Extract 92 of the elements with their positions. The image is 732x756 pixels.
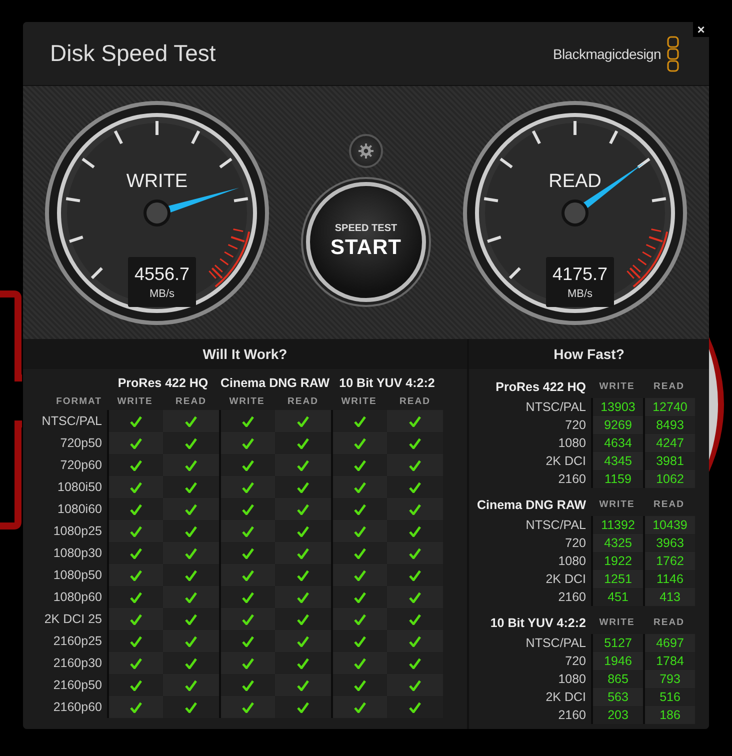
column-header: READ: [652, 616, 686, 630]
resolution-label: NTSC/PAL: [524, 399, 587, 416]
column-header: WRITE: [598, 498, 636, 512]
codec-name: Cinema DNG RAW: [476, 497, 587, 514]
speed-cell: 1251: [591, 570, 643, 588]
resolution-label: 1080: [557, 435, 587, 452]
column-header: WRITE: [116, 395, 154, 409]
column-header: READ: [652, 380, 686, 394]
format-label: 720p60: [59, 457, 103, 474]
speed-cell: 203: [591, 706, 643, 724]
speed-cell: 516: [643, 688, 695, 706]
brand-logo-text: Blackmagicdesign: [552, 46, 661, 62]
speed-cell: 11392: [591, 516, 643, 534]
speed-cell: 13903: [591, 398, 643, 416]
window-title: Disk Speed Test: [50, 40, 216, 67]
speed-cell: 4634: [591, 434, 643, 452]
speed-cell: 865: [591, 670, 643, 688]
speed-cell: 9269: [591, 416, 643, 434]
speed-cell: 10439: [643, 516, 695, 534]
column-header: READ: [286, 395, 320, 409]
panel-title: How Fast?: [554, 346, 624, 362]
codec-name: Cinema DNG RAW: [219, 376, 331, 392]
speed-cell: 1159: [591, 470, 643, 488]
speed-cell: 4345: [591, 452, 643, 470]
format-label: 2160p25: [52, 633, 103, 650]
format-label: 2160p30: [52, 655, 103, 672]
speed-cell: 12740: [643, 398, 695, 416]
speed-cell: 1922: [591, 552, 643, 570]
speed-cell: 563: [591, 688, 643, 706]
column-header: WRITE: [598, 380, 636, 394]
format-label: 1080p30: [52, 545, 103, 562]
speed-cell: 4697: [643, 634, 695, 652]
format-label: 1080i50: [56, 479, 103, 496]
gauge-label: WRITE: [125, 170, 189, 192]
speed-cell: 4247: [643, 434, 695, 452]
codec-name: 10 Bit YUV 4:2:2: [489, 615, 587, 632]
speed-cell: 1762: [643, 552, 695, 570]
resolution-label: 2160: [557, 589, 587, 606]
column-header: READ: [174, 395, 208, 409]
resolution-label: 2160: [557, 707, 587, 724]
column-header: READ: [398, 395, 432, 409]
format-label: 720p50: [59, 435, 103, 452]
speed-cell: 1946: [591, 652, 643, 670]
logo-icon: [667, 36, 679, 72]
close-button[interactable]: ×: [693, 22, 709, 37]
codec-name: ProRes 422 HQ: [116, 376, 210, 392]
speed-cell: 413: [643, 588, 695, 606]
resolution-label: NTSC/PAL: [524, 517, 587, 534]
resolution-label: 1080: [557, 671, 587, 688]
settings-icon: [358, 142, 374, 158]
speed-unit: MB/s: [149, 288, 175, 300]
resolution-label: 2K DCI: [544, 689, 587, 706]
column-header: WRITE: [598, 616, 636, 630]
resolution-label: 2K DCI: [544, 571, 587, 588]
speed-cell: 1146: [643, 570, 695, 588]
speed-cell: 8493: [643, 416, 695, 434]
speed-cell: 793: [643, 670, 695, 688]
resolution-label: 720: [564, 417, 587, 434]
format-label: 2K DCI 25: [43, 611, 103, 628]
column-header: WRITE: [340, 395, 378, 409]
format-label: 2160p50: [52, 677, 103, 694]
format-label: 1080p50: [52, 567, 103, 584]
resolution-label: 720: [564, 653, 587, 670]
format-label: 1080p25: [52, 523, 103, 540]
speed-cell: 451: [591, 588, 643, 606]
speed-value: 4556.7: [134, 264, 190, 284]
codec-name: ProRes 422 HQ: [494, 379, 587, 396]
speed-unit: MB/s: [567, 288, 593, 300]
panel-title: Will It Work?: [202, 346, 288, 362]
resolution-label: 2160: [557, 471, 587, 488]
speed-cell: 186: [643, 706, 695, 724]
speed-value: 4175.7: [552, 264, 608, 284]
speed-cell: 1784: [643, 652, 695, 670]
codec-name: 10 Bit YUV 4:2:2: [338, 376, 436, 392]
column-header: READ: [652, 498, 686, 512]
speed-cell: 5127: [591, 634, 643, 652]
format-label: NTSC/PAL: [40, 413, 103, 430]
format-label: 2160p60: [52, 699, 103, 716]
speed-cell: 3981: [643, 452, 695, 470]
format-label: 1080i60: [56, 501, 103, 518]
resolution-label: 1080: [557, 553, 587, 570]
resolution-label: 2K DCI: [544, 453, 587, 470]
format-label: 1080p60: [52, 589, 103, 606]
gauge-label: READ: [548, 170, 602, 192]
speed-cell: 1062: [643, 470, 695, 488]
settings-button[interactable]: [349, 134, 383, 168]
speed-cell: 3963: [643, 534, 695, 552]
speed-cell: 4325: [591, 534, 643, 552]
column-header: WRITE: [228, 395, 266, 409]
column-header: FORMAT: [55, 395, 103, 409]
resolution-label: 720: [564, 535, 587, 552]
resolution-label: NTSC/PAL: [524, 635, 587, 652]
